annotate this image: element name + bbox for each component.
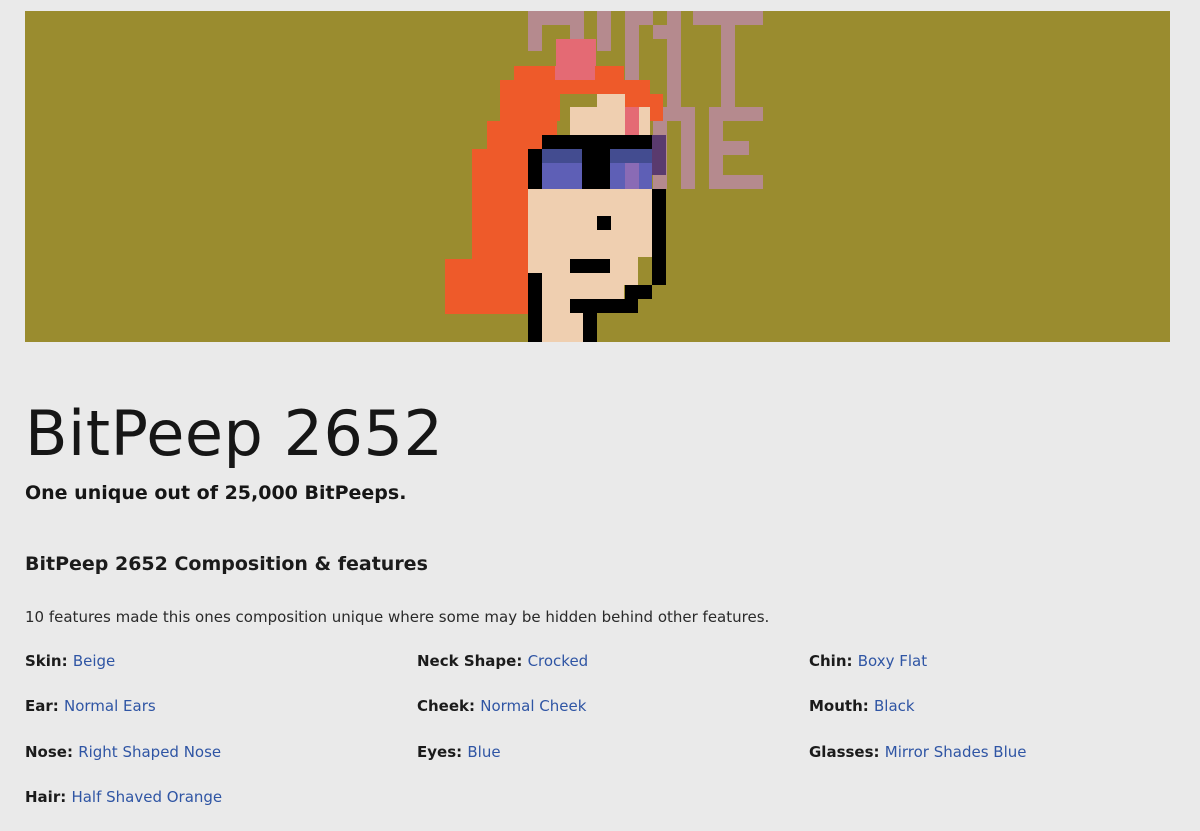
feature-eyes: Eyes: Blue xyxy=(417,741,501,763)
feature-skin: Skin: Beige xyxy=(25,650,115,672)
feature-label: Glasses: xyxy=(809,743,885,761)
feature-mouth: Mouth: Black xyxy=(809,695,915,717)
feature-value-link[interactable]: Black xyxy=(874,697,915,715)
feature-value-link[interactable]: Half Shaved Orange xyxy=(71,788,222,806)
page-title: BitPeep 2652 xyxy=(25,397,444,470)
feature-label: Cheek: xyxy=(417,697,481,715)
bitpeep-pixel-art xyxy=(445,11,763,342)
feature-hair: Hair: Half Shaved Orange xyxy=(25,786,222,808)
bitpeep-banner xyxy=(25,11,1170,342)
feature-value-link[interactable]: Right Shaped Nose xyxy=(78,743,221,761)
feature-value-link[interactable]: Boxy Flat xyxy=(858,652,927,670)
feature-glasses: Glasses: Mirror Shades Blue xyxy=(809,741,1026,763)
feature-label: Nose: xyxy=(25,743,79,761)
composition-heading: BitPeep 2652 Composition & features xyxy=(25,553,428,575)
feature-label: Eyes: xyxy=(417,743,468,761)
page: BitPeep 2652 One unique out of 25,000 Bi… xyxy=(0,0,1200,831)
feature-label: Hair: xyxy=(25,788,72,806)
feature-value-link[interactable]: Normal Cheek xyxy=(480,697,586,715)
feature-label: Neck Shape: xyxy=(417,652,528,670)
feature-value-link[interactable]: Normal Ears xyxy=(64,697,156,715)
glasses-pixels xyxy=(528,135,666,189)
feature-label: Mouth: xyxy=(809,697,874,715)
feature-label: Skin: xyxy=(25,652,73,670)
page-subtitle: One unique out of 25,000 BitPeeps. xyxy=(25,482,407,504)
features-grid: Skin: Beige Neck Shape: Crocked Chin: Bo… xyxy=(25,650,1175,820)
feature-value-link[interactable]: Crocked xyxy=(528,652,589,670)
feature-cheek: Cheek: Normal Cheek xyxy=(417,695,586,717)
feature-nose: Nose: Right Shaped Nose xyxy=(25,741,221,763)
feature-ear: Ear: Normal Ears xyxy=(25,695,156,717)
feature-value-link[interactable]: Blue xyxy=(467,743,500,761)
feature-value-link[interactable]: Mirror Shades Blue xyxy=(885,743,1027,761)
feature-neck-shape: Neck Shape: Crocked xyxy=(417,650,588,672)
feature-chin: Chin: Boxy Flat xyxy=(809,650,927,672)
feature-value-link[interactable]: Beige xyxy=(73,652,115,670)
feature-label: Chin: xyxy=(809,652,858,670)
composition-description: 10 features made this ones composition u… xyxy=(25,608,770,626)
feature-label: Ear: xyxy=(25,697,64,715)
